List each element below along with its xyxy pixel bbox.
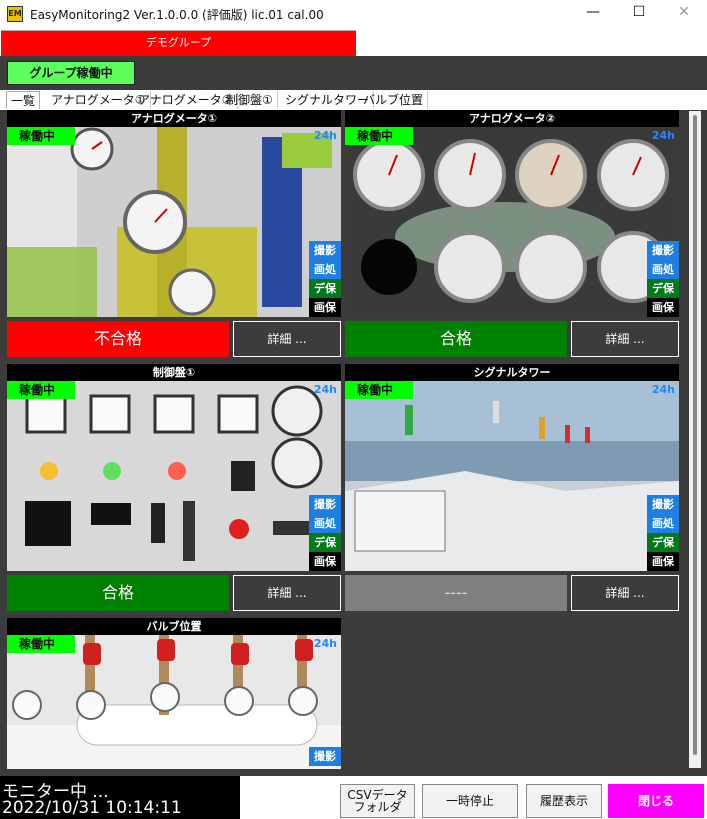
history-button[interactable]: 履歴表示 (526, 784, 602, 818)
monitor-status-box: モニター中 ... 2022/10/31 10:14:11 (0, 776, 240, 819)
tab-valve-position[interactable]: バルブ位置 (359, 91, 429, 109)
main-area: グループ稼働中 一覧 アナログメータ① アナログメータ② 制御盤① シグナルタワ… (0, 56, 707, 819)
card-title: アナログメータ① (7, 110, 341, 127)
running-badge: 稼働中 (7, 127, 75, 145)
result-row: ---- 詳細 ... (345, 575, 679, 611)
close-button[interactable]: 閉じる (608, 784, 704, 818)
detail-button[interactable]: 詳細 ... (233, 575, 341, 611)
card-title: バルブ位置 (7, 618, 341, 635)
running-badge: 稼働中 (345, 127, 413, 145)
camera-card-valve-position: バルブ位置 稼働中 24h 撮影 (7, 618, 341, 769)
image-process-button[interactable]: 画処 (309, 260, 341, 279)
camera-card-control-panel-1: 制御盤① 稼働中 24h 撮影 画処 デ保 画保 合格 詳細 ... (7, 364, 341, 613)
scrollbar-thumb[interactable] (693, 115, 697, 755)
panel-scrollbar[interactable] (689, 111, 701, 768)
shoot-button[interactable]: 撮影 (647, 495, 679, 514)
image-process-button[interactable]: 画処 (309, 514, 341, 533)
control-panel-photo (7, 381, 341, 571)
analog-meter-photo (7, 127, 341, 317)
shoot-button[interactable]: 撮影 (309, 747, 341, 766)
result-row: 合格 詳細 ... (7, 575, 341, 611)
window-title: EasyMonitoring2 Ver.1.0.0.0 (評価版) lic.01… (30, 8, 324, 22)
24h-indicator: 24h (651, 129, 675, 142)
detail-button[interactable]: 詳細 ... (233, 321, 341, 357)
camera-tabs: 一覧 アナログメータ① アナログメータ② 制御盤① シグナルタワー バルブ位置 (0, 90, 707, 110)
camera-image-analog-meter-2[interactable]: 稼働中 24h 撮影 画処 デ保 画保 (345, 127, 679, 317)
card-title: 制御盤① (7, 364, 341, 381)
group-tab-bar: デモグループ (0, 29, 707, 56)
window-close-button[interactable]: ✕ (661, 0, 707, 26)
shoot-button[interactable]: 撮影 (309, 495, 341, 514)
data-save-button[interactable]: デ保 (647, 279, 679, 298)
monitor-timestamp: 2022/10/31 10:14:11 (2, 798, 182, 818)
data-save-button[interactable]: デ保 (309, 533, 341, 552)
running-badge: 稼働中 (7, 635, 75, 653)
shoot-button[interactable]: 撮影 (647, 241, 679, 260)
result-status-none: ---- (345, 575, 567, 611)
pause-button[interactable]: 一時停止 (422, 784, 518, 818)
app-logo-icon: EM (7, 6, 23, 22)
valve-pipes-photo (7, 635, 341, 769)
image-process-button[interactable]: 画処 (647, 260, 679, 279)
running-badge: 稼働中 (7, 381, 75, 399)
result-row: 不合格 詳細 ... (7, 321, 341, 357)
tab-overview[interactable]: 一覧 (6, 91, 41, 109)
data-save-button[interactable]: デ保 (647, 533, 679, 552)
result-status-fail: 不合格 (7, 321, 229, 357)
camera-card-analog-meter-2: アナログメータ② 稼働中 24h 撮影 画処 デ保 画保 合格 詳細 ... (345, 110, 679, 359)
image-save-button[interactable]: 画保 (309, 298, 341, 317)
image-save-button[interactable]: 画保 (309, 552, 341, 571)
camera-image-valve-position[interactable]: 稼働中 24h 撮影 (7, 635, 341, 769)
camera-image-analog-meter-1[interactable]: 稼働中 24h 撮影 画処 デ保 画保 (7, 127, 341, 317)
detail-button[interactable]: 詳細 ... (571, 321, 679, 357)
card-title: アナログメータ② (345, 110, 679, 127)
group-status-badge: グループ稼働中 (7, 61, 135, 85)
gauge-panel-photo (345, 127, 679, 317)
24h-indicator: 24h (313, 637, 337, 650)
minimize-button[interactable]: — (570, 0, 616, 26)
data-save-button[interactable]: デ保 (309, 279, 341, 298)
detail-button[interactable]: 詳細 ... (571, 575, 679, 611)
camera-image-signal-tower[interactable]: 稼働中 24h 撮影 画処 デ保 画保 (345, 381, 679, 571)
close-icon: ✕ (678, 4, 690, 20)
image-save-button[interactable]: 画保 (647, 552, 679, 571)
result-status-pass: 合格 (7, 575, 229, 611)
csv-folder-button[interactable]: CSVデータ フォルダ (340, 784, 415, 818)
24h-indicator: 24h (651, 383, 675, 396)
24h-indicator: 24h (313, 129, 337, 142)
image-save-button[interactable]: 画保 (647, 298, 679, 317)
group-tab-demo[interactable]: デモグループ (1, 30, 356, 56)
24h-indicator: 24h (313, 383, 337, 396)
result-status-pass: 合格 (345, 321, 567, 357)
tab-control-panel-1[interactable]: 制御盤① (222, 91, 278, 109)
camera-card-signal-tower: シグナルタワー 稼働中 24h 撮影 画処 デ保 画保 ---- 詳細 ... (345, 364, 679, 613)
running-badge: 稼働中 (345, 381, 413, 399)
result-row: 合格 詳細 ... (345, 321, 679, 357)
group-status-strip: グループ稼働中 (0, 56, 707, 90)
camera-image-control-panel-1[interactable]: 稼働中 24h 撮影 画処 デ保 画保 (7, 381, 341, 571)
footer-bar: モニター中 ... 2022/10/31 10:14:11 CSVデータ フォル… (0, 776, 707, 819)
image-process-button[interactable]: 画処 (647, 514, 679, 533)
camera-panel-grid: アナログメータ① 稼働中 24h 撮影 画処 デ保 画保 不合格 詳細 ... … (5, 110, 701, 769)
factory-floor-photo (345, 381, 679, 571)
card-title: シグナルタワー (345, 364, 679, 381)
maximize-button[interactable]: ☐ (616, 0, 662, 26)
title-bar: EM EasyMonitoring2 Ver.1.0.0.0 (評価版) lic… (0, 0, 707, 28)
camera-card-analog-meter-1: アナログメータ① 稼働中 24h 撮影 画処 デ保 画保 不合格 詳細 ... (7, 110, 341, 359)
csv-folder-label-2: フォルダ (353, 800, 402, 814)
minimize-icon: — (586, 4, 600, 20)
shoot-button[interactable]: 撮影 (309, 241, 341, 260)
maximize-icon: ☐ (632, 4, 646, 20)
